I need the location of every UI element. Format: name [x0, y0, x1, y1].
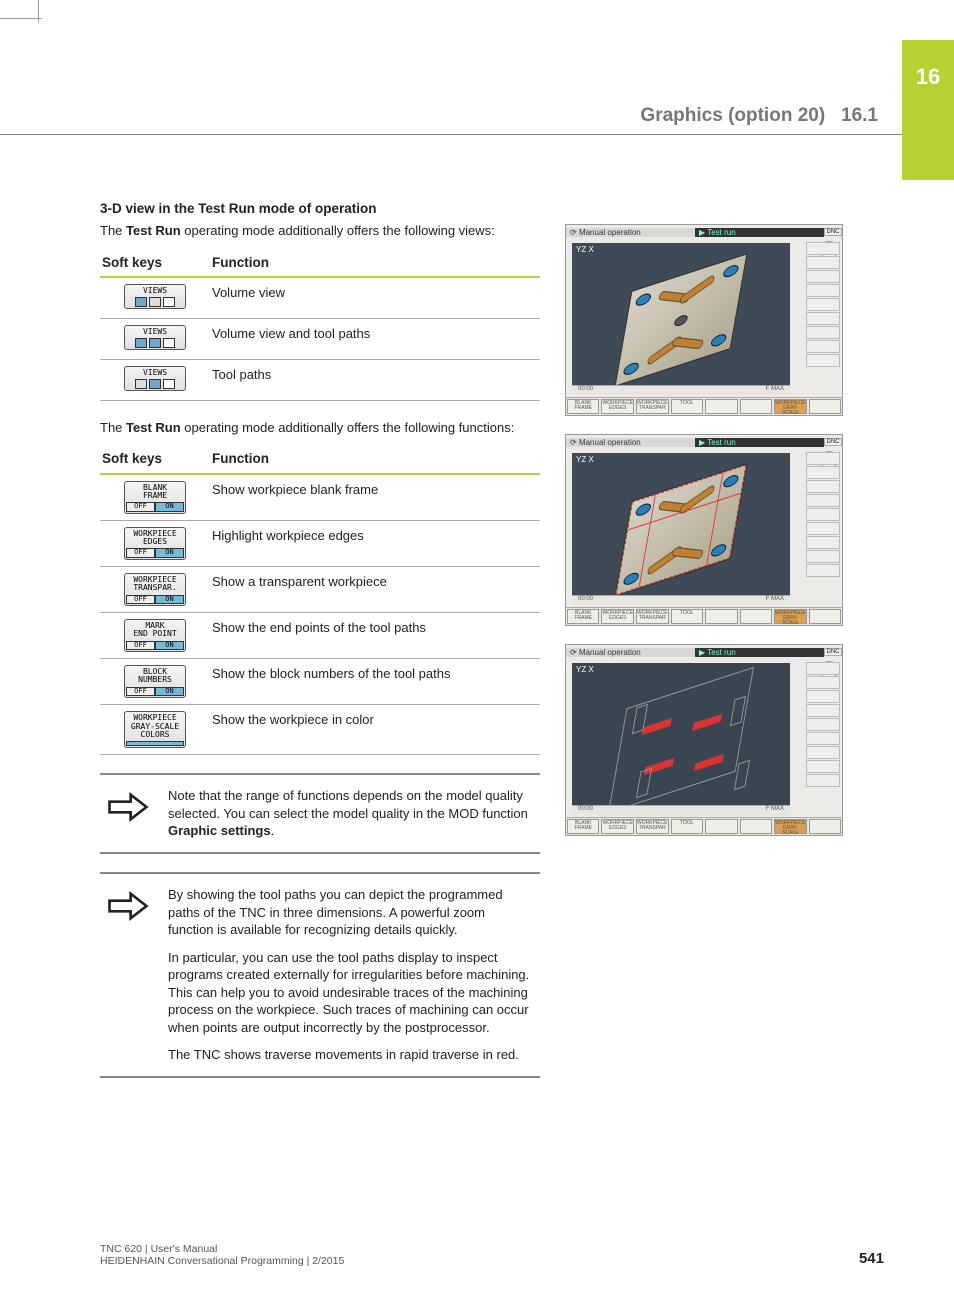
softkey-block-numbers: BLOCK NUMBERSOFFON [124, 665, 186, 698]
softkey-workpiece-color: WORKPIECE GRAY-SCALE COLORS [124, 711, 186, 748]
softkey-views: VIEWS [124, 284, 186, 309]
screenshot-volume-toolpaths: ⟳ Manual operation▶ Test runDNC ✲ YZ X 0… [565, 434, 843, 626]
side-screenshots: ⟳ Manual operation▶ Test runDNC ✲ YZ X 0… [565, 224, 843, 854]
table-row: BLANK FRAMEOFFON Show workpiece blank fr… [100, 474, 540, 521]
header-title: Graphics (option 20) [640, 105, 825, 126]
function-desc: Show the end points of the tool paths [210, 612, 540, 658]
page-number: 541 [859, 1250, 884, 1267]
header-section: 16.1 [841, 105, 878, 126]
function-desc: Volume view and tool paths [210, 318, 540, 359]
views-table: Soft keys Function VIEWS Volume view VIE… [100, 250, 540, 401]
function-desc: Show the workpiece in color [210, 705, 540, 755]
table-row: VIEWS Volume view and tool paths [100, 318, 540, 359]
col-softkeys: Soft keys [100, 446, 210, 473]
col-softkeys: Soft keys [100, 250, 210, 277]
main-content: 3-D view in the Test Run mode of operati… [100, 200, 540, 1096]
col-function: Function [210, 446, 540, 473]
table-row: VIEWS Volume view [100, 277, 540, 318]
function-desc: Tool paths [210, 359, 540, 400]
arrow-right-icon [102, 886, 154, 1064]
softkey-workpiece-transpar: WORKPIECE TRANSPAR.OFFON [124, 573, 186, 606]
screenshot-toolpaths: ⟳ Manual operation▶ Test runDNC ✲ YZ X 0… [565, 644, 843, 836]
col-function: Function [210, 250, 540, 277]
note-box-2: By showing the tool paths you can depict… [100, 872, 540, 1078]
function-desc: Show workpiece blank frame [210, 474, 540, 521]
intro-paragraph-2: The Test Run operating mode additionally… [100, 419, 540, 437]
function-desc: Volume view [210, 277, 540, 318]
softkey-views: VIEWS [124, 325, 186, 350]
table-row: BLOCK NUMBERSOFFON Show the block number… [100, 659, 540, 705]
softkey-workpiece-edges: WORKPIECE EDGESOFFON [124, 527, 186, 560]
function-desc: Highlight workpiece edges [210, 520, 540, 566]
softkey-mark-end-point: MARK END POINTOFFON [124, 619, 186, 652]
softkey-views: VIEWS [124, 366, 186, 391]
table-row: WORKPIECE TRANSPAR.OFFON Show a transpar… [100, 566, 540, 612]
functions-table: Soft keys Function BLANK FRAMEOFFON Show… [100, 446, 540, 755]
function-desc: Show a transparent workpiece [210, 566, 540, 612]
chapter-tab: 16 [902, 40, 954, 180]
page-footer: TNC 620 | User's Manual HEIDENHAIN Conve… [100, 1243, 884, 1267]
screenshot-volume-view: ⟳ Manual operation▶ Test runDNC ✲ YZ X 0… [565, 224, 843, 416]
table-row: WORKPIECE GRAY-SCALE COLORS Show the wor… [100, 705, 540, 755]
table-row: WORKPIECE EDGESOFFON Highlight workpiece… [100, 520, 540, 566]
note-text: By showing the tool paths you can depict… [168, 886, 534, 1064]
page-header: Graphics (option 20) 16.1 [0, 95, 902, 135]
table-row: MARK END POINTOFFON Show the end points … [100, 612, 540, 658]
intro-paragraph-1: The Test Run operating mode additionally… [100, 222, 540, 240]
function-desc: Show the block numbers of the tool paths [210, 659, 540, 705]
note-text: Note that the range of functions depends… [168, 787, 534, 840]
softkey-blank-frame: BLANK FRAMEOFFON [124, 481, 186, 514]
footer-line-1: TNC 620 | User's Manual [100, 1243, 344, 1255]
footer-line-2: HEIDENHAIN Conversational Programming | … [100, 1255, 344, 1267]
table-row: VIEWS Tool paths [100, 359, 540, 400]
arrow-right-icon [102, 787, 154, 840]
section-heading: 3-D view in the Test Run mode of operati… [100, 200, 540, 218]
note-box-1: Note that the range of functions depends… [100, 773, 540, 854]
